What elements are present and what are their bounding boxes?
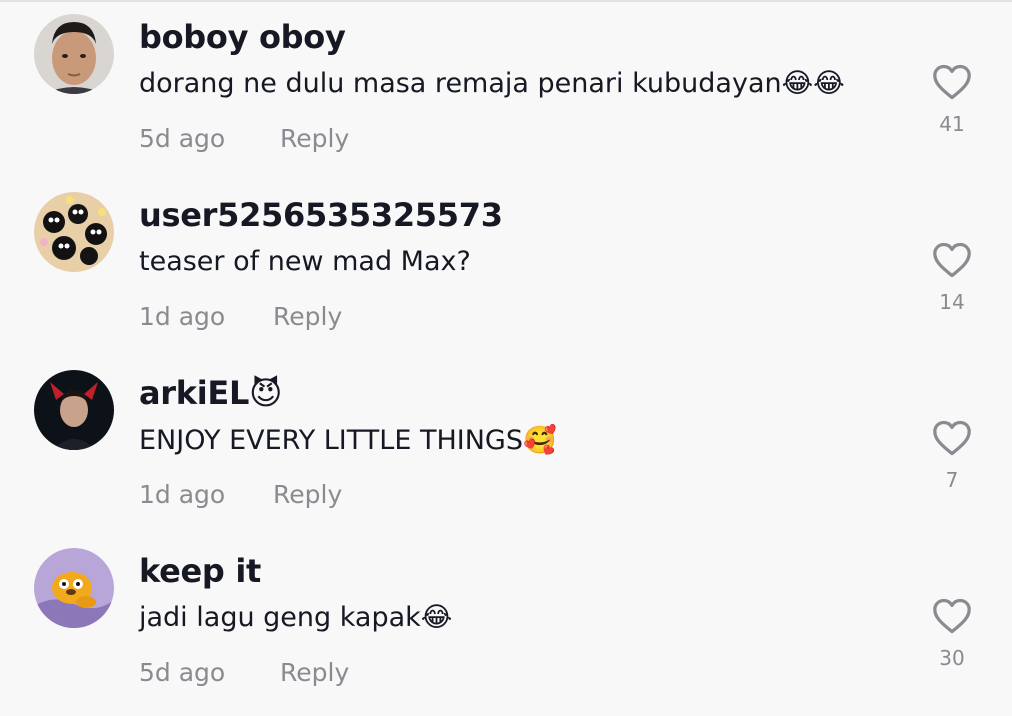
like-count: 14 (939, 290, 965, 314)
comment-text: ENJOY EVERY LITTLE THINGS🥰 (139, 425, 557, 456)
comment-timestamp: 1d ago (139, 480, 226, 509)
comment-timestamp: 5d ago (139, 658, 226, 687)
comment-item: boboy oboy dorang ne dulu masa remaja pe… (0, 0, 1012, 178)
like-button[interactable]: 14 (928, 242, 976, 322)
comment-item: user5256535325573 teaser of new mad Max?… (0, 178, 1012, 356)
comment-text: teaser of new mad Max? (139, 246, 471, 277)
comment-item: arkiEL😈 ENJOY EVERY LITTLE THINGS🥰 1d ag… (0, 356, 1012, 534)
like-count: 41 (939, 112, 965, 136)
like-button[interactable]: 41 (928, 64, 976, 144)
comment-username[interactable]: boboy oboy (139, 18, 346, 56)
comment-username[interactable]: arkiEL😈 (139, 374, 282, 412)
heart-outline-icon[interactable] (932, 420, 972, 456)
like-button[interactable]: 7 (928, 420, 976, 500)
comment-username[interactable]: keep it (139, 552, 261, 590)
reply-button[interactable]: Reply (273, 302, 342, 331)
comment-text: jadi lagu geng kapak😂 (139, 602, 453, 633)
comment-username[interactable]: user5256535325573 (139, 196, 503, 234)
avatar[interactable] (34, 192, 114, 272)
comment-timestamp: 1d ago (139, 302, 226, 331)
comment-item: keep it jadi lagu geng kapak😂 5d ago Rep… (0, 534, 1012, 712)
heart-outline-icon[interactable] (932, 598, 972, 634)
avatar[interactable] (34, 14, 114, 94)
reply-button[interactable]: Reply (280, 658, 349, 687)
reply-button[interactable]: Reply (280, 124, 349, 153)
like-count: 30 (939, 646, 965, 670)
heart-outline-icon[interactable] (932, 242, 972, 278)
avatar[interactable] (34, 370, 114, 450)
reply-button[interactable]: Reply (273, 480, 342, 509)
comment-timestamp: 5d ago (139, 124, 226, 153)
comment-text: dorang ne dulu masa remaja penari kubuda… (139, 68, 845, 99)
avatar[interactable] (34, 548, 114, 628)
heart-outline-icon[interactable] (932, 64, 972, 100)
like-button[interactable]: 30 (928, 598, 976, 678)
like-count: 7 (945, 468, 959, 492)
